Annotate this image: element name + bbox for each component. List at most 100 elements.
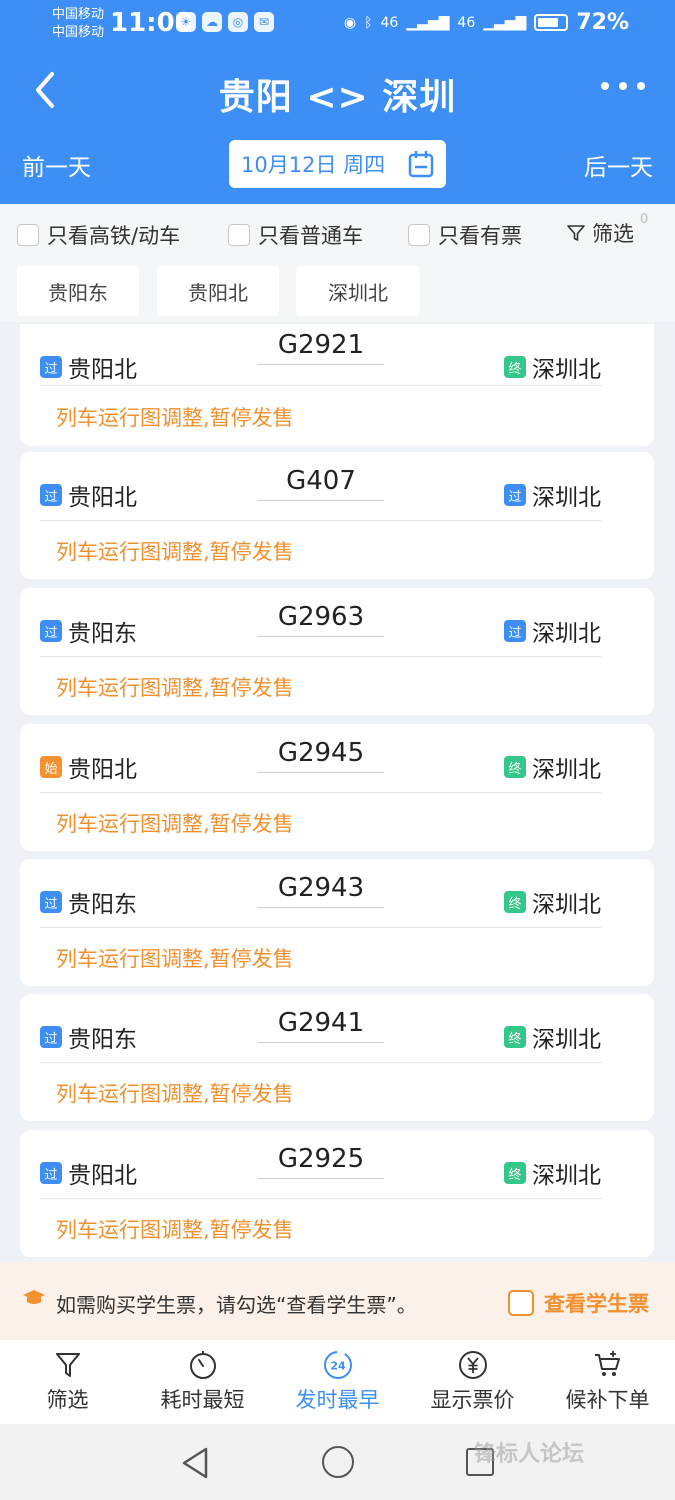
sale-notice: 列车运行图调整,暂停发售 (56, 812, 294, 836)
bottom-toolbar: 筛选 耗时最短 24 发时最早 显示票价 候补下单 (0, 1340, 675, 1424)
nav-bar: 贵阳 <> 深圳 (0, 56, 675, 126)
arrival-name: 深圳北 (532, 485, 601, 511)
train-card[interactable]: 过贵阳北 G407 过深圳北 列车运行图调整,暂停发售 (20, 452, 654, 579)
sale-notice: 列车运行图调整,暂停发售 (56, 947, 294, 971)
system-home-icon[interactable] (322, 1446, 354, 1478)
earliest-label: 发时最早 (295, 1388, 380, 1412)
sale-notice: 列车运行图调整,暂停发售 (56, 1082, 294, 1106)
train-card[interactable]: 过贵阳北 G2921 终深圳北 列车运行图调整,暂停发售 (20, 324, 654, 446)
shortest-duration-button[interactable]: 耗时最短 (135, 1350, 270, 1414)
high-speed-only-checkbox[interactable]: 只看高铁/动车 (17, 220, 180, 250)
bottom-filter-label: 筛选 (46, 1388, 89, 1412)
pass-tag: 过 (504, 620, 526, 642)
departure-name: 贵阳东 (68, 1027, 137, 1053)
clock-24-text: 24 (330, 1360, 346, 1373)
system-nav-bar: 锋标人论坛 (0, 1424, 675, 1500)
end-tag: 终 (504, 1026, 526, 1048)
signal-icon: ▁▃▅▇ (406, 14, 450, 31)
student-ticket-bar: 如需购买学生票，请勾选“查看学生票”。 查看学生票 (0, 1262, 675, 1340)
arrival-station: 过深圳北 (504, 478, 601, 512)
available-only-checkbox[interactable]: 只看有票 (408, 220, 522, 250)
arrival-name: 深圳北 (532, 1163, 601, 1189)
train-card[interactable]: 始贵阳北 G2945 终深圳北 列车运行图调整,暂停发售 (20, 724, 654, 851)
waitlist-order-button[interactable]: 候补下单 (540, 1350, 675, 1414)
checkbox-label: 只看普通车 (258, 224, 363, 248)
departure-name: 贵阳北 (68, 757, 137, 783)
date-picker-button[interactable]: 10月12日 周四 (229, 140, 446, 188)
shortest-label: 耗时最短 (160, 1388, 245, 1412)
sale-notice: 列车运行图调整,暂停发售 (56, 406, 294, 430)
sale-notice: 列车运行图调整,暂停发售 (56, 540, 294, 564)
filter-label: 筛选 (592, 222, 634, 246)
arrival-station: 过深圳北 (504, 614, 601, 648)
train-number: G2925 (258, 1144, 384, 1179)
student-ticket-checkbox[interactable]: 查看学生票 (508, 1288, 649, 1318)
departure-name: 贵阳北 (68, 357, 137, 383)
station-tab-guiyangdong[interactable]: 贵阳东 (17, 266, 139, 316)
earliest-departure-button[interactable]: 24 发时最早 (270, 1350, 405, 1414)
sale-notice: 列车运行图调整,暂停发售 (56, 1218, 294, 1242)
train-number: G407 (258, 466, 384, 501)
checkbox-box (508, 1290, 534, 1316)
train-card[interactable]: 过贵阳北 G2925 终深圳北 列车运行图调整,暂停发售 (20, 1130, 654, 1257)
normal-only-checkbox[interactable]: 只看普通车 (228, 220, 363, 250)
system-back-icon[interactable] (180, 1446, 210, 1480)
message-app-icon: ✉ (254, 12, 274, 32)
pass-tag: 过 (40, 484, 62, 506)
train-card[interactable]: 过贵阳东 G2941 终深圳北 列车运行图调整,暂停发售 (20, 994, 654, 1121)
price-label: 显示票价 (430, 1388, 515, 1412)
status-bar: 中国移动 中国移动 11:00 ☀ ☁ ◎ ✉ ◉ ᛒ 46 ▁▃▅▇ 46 ▁… (0, 0, 675, 46)
card-divider (40, 656, 602, 657)
departure-station: 过贵阳北 (40, 1156, 137, 1190)
filter-row: 只看高铁/动车 只看普通车 只看有票 筛选 0 (0, 204, 675, 256)
waitlist-label: 候补下单 (565, 1388, 650, 1412)
departure-station: 过贵阳北 (40, 350, 137, 384)
carrier-info: 中国移动 中国移动 (52, 6, 104, 42)
card-divider (40, 1062, 602, 1063)
clock-24-icon: 24 (323, 1351, 352, 1379)
funnel-icon (567, 225, 585, 241)
bluetooth-icon: ᛒ (364, 14, 373, 31)
status-app-icons: ☀ ☁ ◎ ✉ (176, 12, 274, 32)
departure-station: 始贵阳北 (40, 750, 137, 784)
start-tag: 始 (40, 756, 62, 778)
end-tag: 终 (504, 356, 526, 378)
arrival-station: 终深圳北 (504, 1156, 601, 1190)
prev-day-button[interactable]: 前一天 (22, 148, 91, 182)
train-card[interactable]: 过 贵阳东 G2963 过深圳北 列车运行图调整,暂停发售 (20, 588, 654, 715)
watermark: 锋标人论坛 (474, 1442, 585, 1467)
student-check-label: 查看学生票 (544, 1292, 649, 1316)
battery-icon (534, 14, 569, 31)
next-day-button[interactable]: 后一天 (584, 148, 653, 182)
sale-notice: 列车运行图调整,暂停发售 (56, 676, 294, 700)
funnel-icon (55, 1353, 80, 1377)
train-card[interactable]: 过贵阳东 G2943 终深圳北 列车运行图调整,暂停发售 (20, 859, 654, 986)
checkbox-label: 只看有票 (438, 224, 522, 248)
checkbox-label: 只看高铁/动车 (47, 224, 181, 248)
stopwatch-icon (189, 1351, 216, 1379)
show-price-button[interactable]: 显示票价 (405, 1350, 540, 1414)
bottom-filter-button[interactable]: 筛选 (0, 1350, 135, 1414)
filter-button[interactable]: 筛选 (566, 218, 634, 248)
signal-2-label: 46 (457, 14, 476, 31)
station-tab-guiyangbei[interactable]: 贵阳北 (157, 266, 279, 316)
battery-percent: 72% (576, 10, 629, 35)
signal-icon: ▁▃▅▇ (483, 14, 527, 31)
checkbox-box (408, 224, 430, 246)
departure-name: 贵阳北 (68, 1163, 137, 1189)
arrival-name: 深圳北 (532, 1027, 601, 1053)
more-icon[interactable] (601, 82, 645, 96)
carrier-2: 中国移动 (52, 25, 105, 40)
train-number: G2941 (258, 1008, 384, 1043)
departure-station: 过贵阳东 (40, 885, 137, 919)
arrival-name: 深圳北 (532, 892, 601, 918)
departure-name: 贵阳北 (68, 485, 137, 511)
signal-1-label: 46 (380, 14, 399, 31)
arrival-name: 深圳北 (532, 357, 601, 383)
station-tab-shenzhenbei[interactable]: 深圳北 (296, 266, 420, 316)
cloud-app-icon: ☁ (202, 12, 222, 32)
graduation-cap-icon (23, 1290, 45, 1304)
train-number: G2943 (258, 873, 384, 908)
departure-name: 贵阳东 (68, 621, 137, 647)
train-number: G2963 (258, 602, 384, 637)
